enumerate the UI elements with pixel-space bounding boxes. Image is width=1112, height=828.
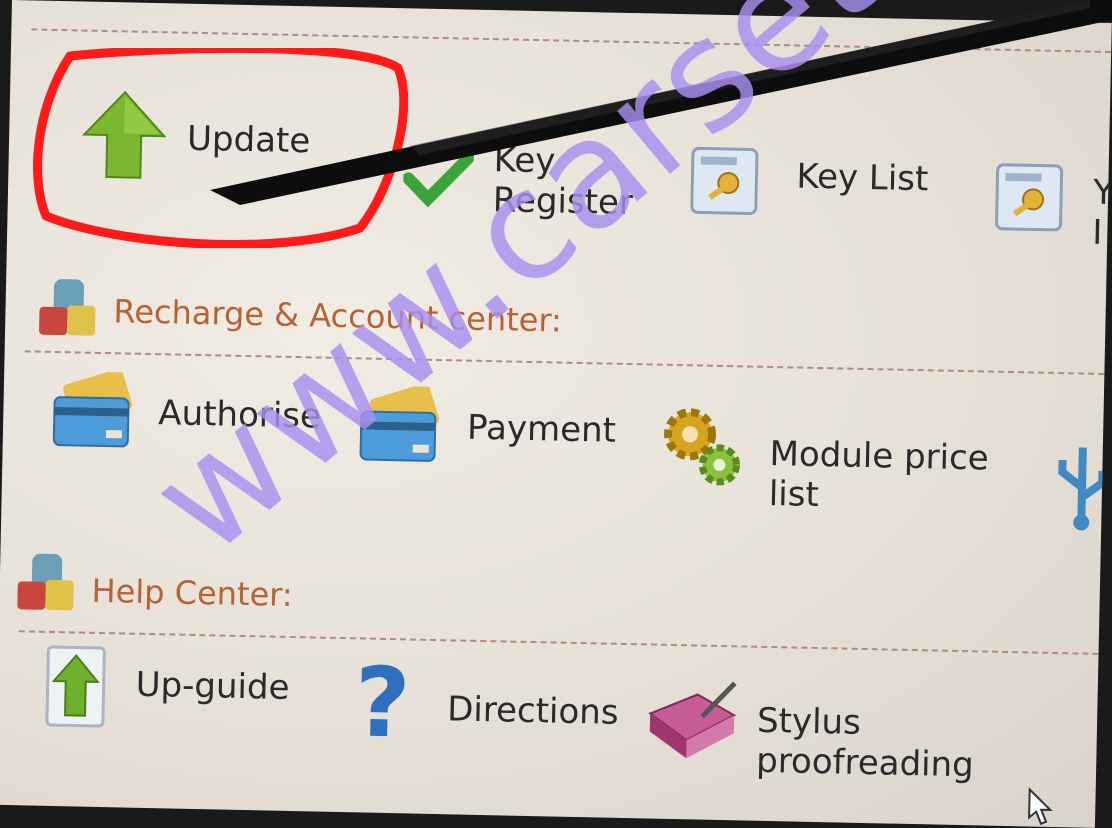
directions-button[interactable]: ? Directions — [347, 646, 620, 759]
stylus-proofreading-button[interactable]: Stylus proofreading — [641, 673, 976, 785]
mouse-cursor-icon — [1027, 787, 1054, 827]
payment-label: Payment — [466, 407, 617, 451]
credit-card-icon — [47, 369, 139, 457]
module-price-list-label: Module price list — [768, 433, 990, 515]
module-price-list-button[interactable]: Module price list — [656, 402, 989, 519]
question-mark-icon: ? — [346, 646, 418, 759]
stylus-proofreading-label: Stylus proofreading — [755, 700, 975, 786]
help-section-title: Help Center: — [91, 571, 294, 615]
directions-label: Directions — [446, 689, 619, 733]
book-pen-icon — [641, 673, 743, 769]
up-guide-button[interactable]: Up-guide — [35, 641, 290, 728]
document-arrow-icon — [35, 641, 117, 737]
gears-icon — [657, 402, 749, 498]
database-icon — [11, 545, 83, 620]
database-icon — [33, 271, 105, 346]
usb-icon[interactable] — [1051, 442, 1112, 537]
divider — [24, 350, 1112, 376]
svg-text:?: ? — [353, 657, 411, 748]
up-guide-label: Up-guide — [135, 664, 290, 708]
